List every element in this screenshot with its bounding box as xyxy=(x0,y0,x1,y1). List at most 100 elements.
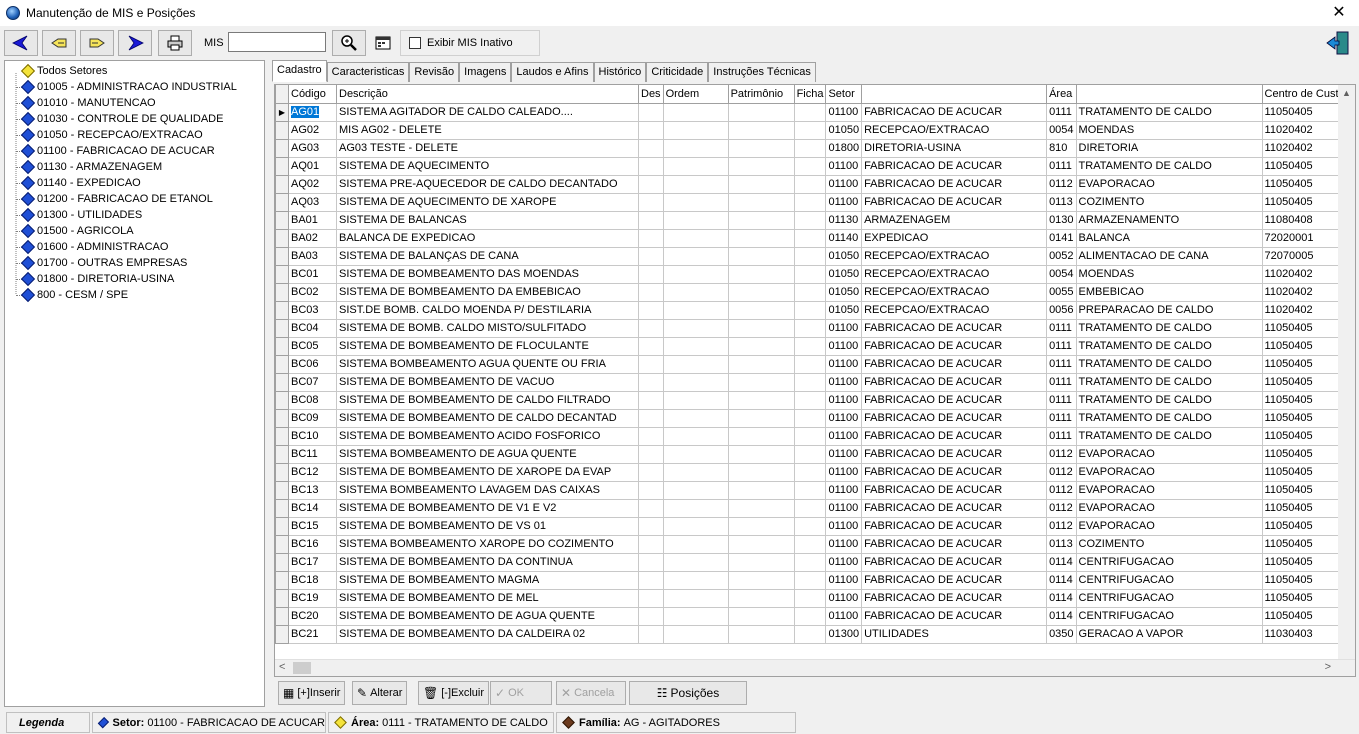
table-cell[interactable]: 0112 xyxy=(1046,498,1077,518)
table-cell[interactable]: SISTEMA DE BOMB. CALDO MISTO/SULFITADO xyxy=(336,318,639,338)
table-cell[interactable] xyxy=(638,174,664,194)
table-cell[interactable]: 0112 xyxy=(1046,444,1077,464)
row-indicator[interactable] xyxy=(275,264,289,284)
table-cell[interactable]: BC17 xyxy=(288,552,337,572)
table-cell[interactable] xyxy=(727,138,795,158)
row-indicator[interactable] xyxy=(275,354,289,374)
table-cell[interactable] xyxy=(727,606,795,626)
table-cell[interactable] xyxy=(638,426,664,446)
table-cell[interactable] xyxy=(638,480,664,500)
table-cell[interactable]: TRATAMENTO DE CALDO xyxy=(1075,156,1263,176)
table-cell[interactable] xyxy=(662,426,729,446)
table-cell[interactable]: 0112 xyxy=(1046,516,1077,536)
table-cell[interactable]: BC12 xyxy=(288,462,337,482)
scroll-up-icon[interactable]: ▲ xyxy=(1342,88,1351,98)
table-cell[interactable] xyxy=(662,120,729,140)
table-cell[interactable]: SISTEMA DE AQUECIMENTO DE XAROPE xyxy=(336,192,639,212)
table-cell[interactable] xyxy=(727,444,795,464)
table-cell[interactable] xyxy=(793,246,827,266)
row-indicator[interactable] xyxy=(275,336,289,356)
table-row[interactable]: BC13 SISTEMA BOMBEAMENTO LAVAGEM DAS CAIX… xyxy=(275,480,1348,500)
tree-item-sector[interactable]: 01300 - UTILIDADES xyxy=(16,207,142,223)
table-cell[interactable] xyxy=(638,462,664,482)
table-cell[interactable] xyxy=(727,120,795,140)
table-cell[interactable]: 0111 xyxy=(1046,318,1077,338)
table-cell[interactable]: SISTEMA DE BOMBEAMENTO DA CONTINUA xyxy=(336,552,639,572)
table-cell[interactable] xyxy=(793,624,827,644)
tab-instrucoes-tecnicas[interactable]: Instruções Técnicas xyxy=(708,62,816,82)
table-cell[interactable]: 11050405 xyxy=(1261,534,1348,554)
table-cell[interactable]: SISTEMA BOMBEAMENTO LAVAGEM DAS CAIXAS xyxy=(336,480,639,500)
table-cell[interactable] xyxy=(793,228,827,248)
table-cell[interactable]: 11050405 xyxy=(1261,156,1348,176)
table-cell[interactable] xyxy=(662,138,729,158)
horizontal-scrollbar[interactable]: < > xyxy=(275,659,1355,676)
table-cell[interactable]: SISTEMA DE BOMBEAMENTO DE VACUO xyxy=(336,372,639,392)
table-row[interactable]: BA01 SISTEMA DE BALANCAS 01130 ARMAZENAGEM 0… xyxy=(275,210,1348,230)
table-cell[interactable] xyxy=(793,192,827,212)
table-cell[interactable] xyxy=(793,444,827,464)
table-cell[interactable]: 0112 xyxy=(1046,462,1077,482)
table-cell[interactable]: BALANCA DE EXPEDICAO xyxy=(336,228,639,248)
table-cell[interactable]: 01100 xyxy=(825,426,863,446)
table-cell[interactable]: BC01 xyxy=(288,264,337,284)
row-indicator[interactable] xyxy=(275,534,289,554)
table-cell[interactable]: FABRICACAO DE ACUCAR xyxy=(861,606,1048,626)
table-cell[interactable]: FABRICACAO DE ACUCAR xyxy=(861,390,1048,410)
table-cell[interactable] xyxy=(638,606,664,626)
table-cell[interactable]: 01100 xyxy=(825,192,863,212)
table-cell[interactable] xyxy=(793,372,827,392)
table-cell[interactable]: 11050405 xyxy=(1261,390,1348,410)
table-cell[interactable] xyxy=(793,174,827,194)
table-cell[interactable] xyxy=(662,534,729,554)
table-cell[interactable]: 01100 xyxy=(825,174,863,194)
table-cell[interactable] xyxy=(793,516,827,536)
row-indicator[interactable] xyxy=(275,138,289,158)
delete-button[interactable]: 🗑 [-]Excluir xyxy=(418,681,490,705)
table-cell[interactable]: 0114 xyxy=(1046,570,1077,590)
table-cell[interactable]: 11020402 xyxy=(1261,282,1348,302)
tab-laudos-e-afins[interactable]: Laudos e Afins xyxy=(511,62,594,82)
table-cell[interactable] xyxy=(793,480,827,500)
table-cell[interactable]: 0112 xyxy=(1046,174,1077,194)
table-cell[interactable]: 01050 xyxy=(825,264,863,284)
table-cell[interactable]: ARMAZENAGEM xyxy=(861,210,1048,230)
show-inactive-checkbox[interactable] xyxy=(409,37,421,49)
table-cell[interactable] xyxy=(793,534,827,554)
table-cell[interactable] xyxy=(727,174,795,194)
column-header[interactable]: Patrimônio xyxy=(727,85,795,104)
table-cell[interactable]: TRATAMENTO DE CALDO xyxy=(1075,102,1263,122)
table-cell[interactable] xyxy=(638,228,664,248)
table-cell[interactable]: 810 xyxy=(1046,138,1077,158)
table-cell[interactable]: CENTRIFUGACAO xyxy=(1075,552,1263,572)
table-cell[interactable]: 01100 xyxy=(825,102,863,122)
table-cell[interactable]: SISTEMA DE BOMBEAMENTO DE FLOCULANTE xyxy=(336,336,639,356)
table-row[interactable]: BC04 SISTEMA DE BOMB. CALDO MISTO/SULFITA… xyxy=(275,318,1348,338)
table-cell[interactable]: 11050405 xyxy=(1261,462,1348,482)
table-cell[interactable]: 11050405 xyxy=(1261,588,1348,608)
row-indicator[interactable] xyxy=(275,156,289,176)
table-cell[interactable] xyxy=(793,552,827,572)
table-cell[interactable]: DIRETORIA-USINA xyxy=(861,138,1048,158)
table-cell[interactable]: 11050405 xyxy=(1261,102,1348,122)
table-cell[interactable]: MOENDAS xyxy=(1075,120,1263,140)
table-cell[interactable]: 01800 xyxy=(825,138,863,158)
table-cell[interactable]: 0111 xyxy=(1046,426,1077,446)
tab-revisao[interactable]: Revisão xyxy=(409,62,460,82)
table-cell[interactable] xyxy=(793,264,827,284)
row-indicator[interactable] xyxy=(275,462,289,482)
table-cell[interactable] xyxy=(662,570,729,590)
table-cell[interactable] xyxy=(662,156,729,176)
table-cell[interactable] xyxy=(727,480,795,500)
table-cell[interactable]: FABRICACAO DE ACUCAR xyxy=(861,570,1048,590)
table-cell[interactable]: 01100 xyxy=(825,444,863,464)
table-cell[interactable] xyxy=(638,552,664,572)
table-row[interactable]: BC18 SISTEMA DE BOMBEAMENTO MAGMA 01100 FAB… xyxy=(275,570,1348,590)
exit-button[interactable] xyxy=(1325,30,1351,56)
table-cell[interactable] xyxy=(638,408,664,428)
table-cell[interactable]: 0111 xyxy=(1046,372,1077,392)
table-row[interactable]: BC06 SISTEMA BOMBEAMENTO AGUA QUENTE OU F… xyxy=(275,354,1348,374)
tree-item-sector[interactable]: 01600 - ADMINISTRACAO xyxy=(16,239,168,255)
row-indicator[interactable] xyxy=(275,228,289,248)
table-row[interactable]: ▶ AG01 SISTEMA AGITADOR DE CALDO CALEADO..… xyxy=(275,102,1348,122)
